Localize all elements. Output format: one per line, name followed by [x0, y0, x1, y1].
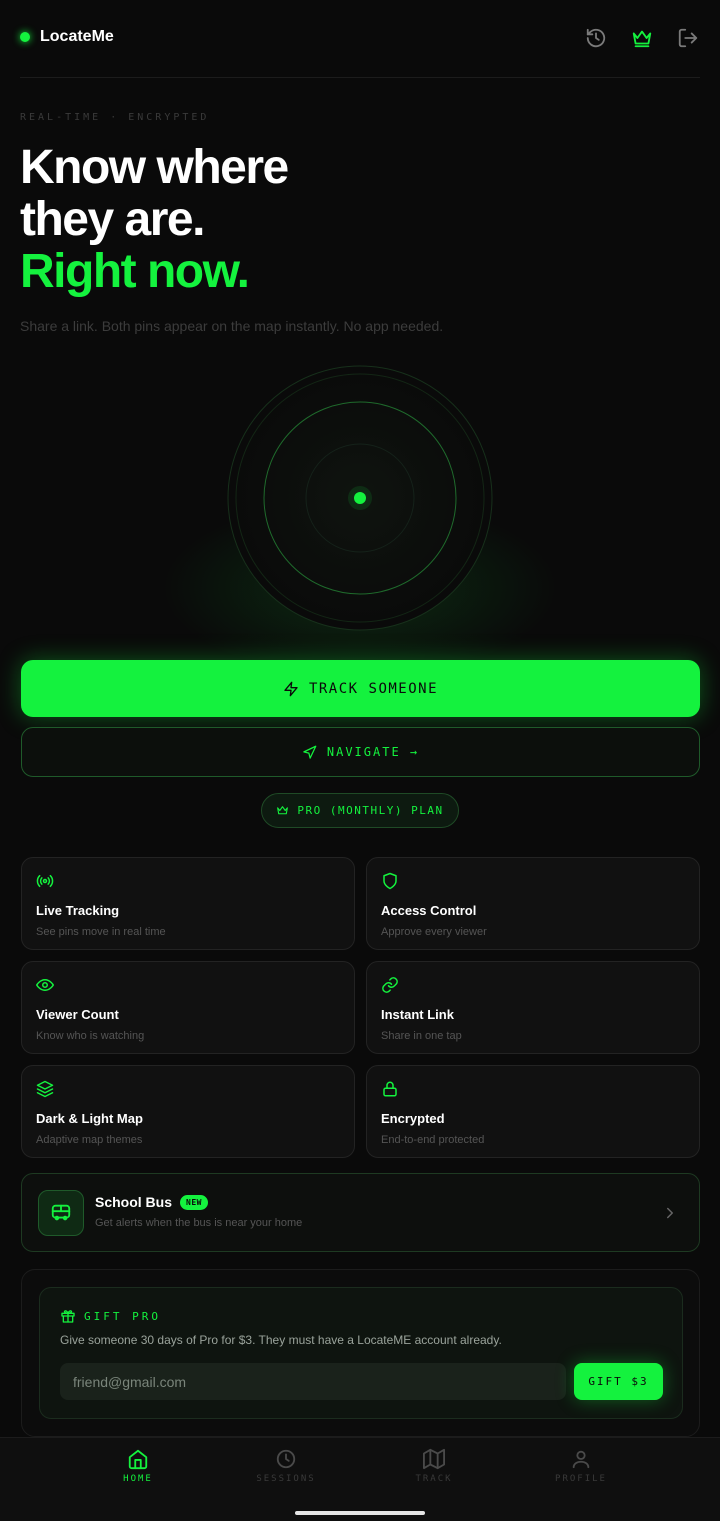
feature-title: Instant Link	[381, 1007, 454, 1022]
bottom-navigation: HOME SESSIONS TRACK PROFILE	[0, 1437, 720, 1521]
radar-visual	[160, 358, 560, 678]
home-icon	[128, 1449, 148, 1470]
gift-header: GIFT PRO	[60, 1308, 161, 1324]
gift-heading: GIFT PRO	[84, 1309, 161, 1323]
feature-subtitle: Approve every viewer	[381, 926, 487, 938]
track-someone-button[interactable]: TRACK SOMEONE	[21, 660, 700, 717]
feature-subtitle: End-to-end protected	[381, 1134, 485, 1146]
location-pin	[354, 492, 366, 504]
crown-icon[interactable]	[630, 26, 654, 50]
feature-subtitle: Know who is watching	[36, 1030, 145, 1042]
bus-icon	[51, 1204, 71, 1221]
school-bus-title: School Bus NEW	[95, 1194, 208, 1210]
feature-card-live-tracking: Live Tracking See pins move in real time	[21, 857, 355, 950]
status-dot	[20, 32, 30, 42]
plan-badge[interactable]: PRO (MONTHLY) PLAN	[261, 793, 459, 828]
feature-subtitle: Share in one tap	[381, 1030, 462, 1042]
hero-title-line-3: Right now.	[20, 245, 250, 298]
hero-subtitle: Share a link. Both pins appear on the ma…	[20, 318, 444, 334]
nav-label: TRACK	[415, 1474, 453, 1484]
plan-label: PRO (MONTHLY) PLAN	[297, 804, 444, 817]
gift-card: GIFT PRO Give someone 30 days of Pro for…	[39, 1287, 683, 1419]
app-name: LocateMe	[40, 28, 114, 45]
gift-button[interactable]: GIFT $3	[574, 1363, 663, 1400]
gift-description: Give someone 30 days of Pro for $3. They…	[60, 1333, 502, 1347]
clock-icon	[276, 1449, 296, 1469]
history-icon[interactable]	[584, 26, 608, 50]
map-icon	[423, 1448, 445, 1470]
brand: LocateMe	[20, 28, 114, 46]
logout-icon[interactable]	[676, 26, 700, 50]
app-header: LocateMe	[20, 0, 700, 78]
nav-label: HOME	[123, 1474, 153, 1484]
feature-card-encrypted: Encrypted End-to-end protected	[366, 1065, 700, 1158]
hero-title-line-1: Know where	[20, 141, 289, 194]
hero-title: Know where they are. Right now.	[20, 141, 289, 298]
nav-profile[interactable]: PROFILE	[531, 1448, 631, 1484]
school-bus-subtitle: Get alerts when the bus is near your hom…	[95, 1217, 303, 1229]
feature-card-access-control: Access Control Approve every viewer	[366, 857, 700, 950]
gift-email-input[interactable]	[60, 1363, 566, 1400]
home-indicator[interactable]	[295, 1511, 425, 1515]
nav-track[interactable]: TRACK	[384, 1448, 484, 1484]
hero-eyebrow: REAL-TIME · ENCRYPTED	[20, 112, 210, 123]
feature-card-viewer-count: Viewer Count Know who is watching	[21, 961, 355, 1054]
user-icon	[572, 1450, 590, 1469]
nav-home[interactable]: HOME	[88, 1448, 188, 1484]
school-bus-card[interactable]: School Bus NEW Get alerts when the bus i…	[21, 1173, 700, 1252]
lock-icon	[383, 1081, 397, 1097]
gift-icon	[61, 1310, 75, 1323]
lightning-icon	[284, 681, 298, 696]
broadcast-icon	[36, 874, 54, 888]
bus-icon-tile	[38, 1190, 84, 1236]
nav-label: SESSIONS	[256, 1474, 316, 1484]
feature-title: Encrypted	[381, 1111, 445, 1126]
feature-title: Dark & Light Map	[36, 1111, 143, 1126]
link-icon	[382, 977, 398, 993]
gift-section: GIFT PRO Give someone 30 days of Pro for…	[21, 1269, 700, 1437]
nav-label: PROFILE	[555, 1474, 607, 1484]
new-badge: NEW	[180, 1194, 208, 1210]
feature-card-instant-link: Instant Link Share in one tap	[366, 961, 700, 1054]
feature-title: Access Control	[381, 903, 477, 918]
shield-icon	[383, 872, 397, 890]
nav-sessions[interactable]: SESSIONS	[236, 1448, 336, 1484]
feature-title: Live Tracking	[36, 903, 120, 918]
feature-title: Viewer Count	[36, 1007, 119, 1022]
eye-icon	[36, 979, 54, 991]
layers-icon	[36, 1080, 54, 1098]
navigate-button[interactable]: NAVIGATE →	[21, 727, 700, 777]
chevron-right-icon	[667, 1207, 673, 1219]
track-someone-label: TRACK SOMEONE	[308, 680, 439, 697]
hero-title-line-2: they are.	[20, 193, 205, 246]
feature-subtitle: Adaptive map themes	[36, 1134, 143, 1146]
navigate-label: NAVIGATE →	[326, 745, 420, 759]
feature-card-dark-light-map: Dark & Light Map Adaptive map themes	[21, 1065, 355, 1158]
navigation-arrow-icon	[303, 745, 317, 759]
radar-rings	[227, 365, 493, 631]
gift-button-label: GIFT $3	[588, 1375, 649, 1388]
crown-icon	[277, 806, 289, 815]
feature-subtitle: See pins move in real time	[36, 926, 166, 938]
school-bus-title-text: School Bus	[95, 1194, 173, 1210]
